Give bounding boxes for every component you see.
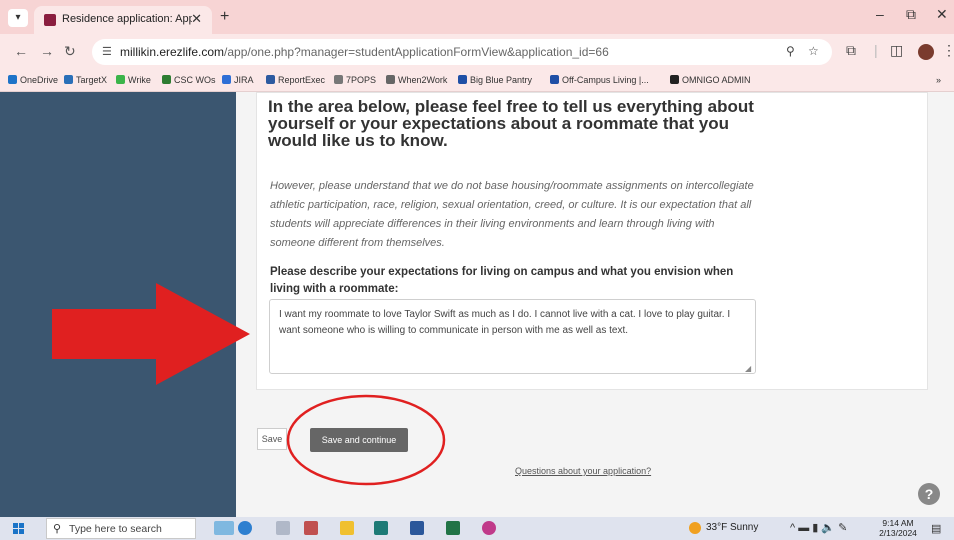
notification-icon[interactable]: ▤ xyxy=(931,522,941,535)
resize-grip-icon[interactable]: ◢ xyxy=(745,364,751,373)
site-settings-icon[interactable]: ☰ xyxy=(102,45,112,58)
zoom-icon[interactable]: ⚲ xyxy=(786,44,795,58)
jira-icon xyxy=(222,75,231,84)
app-icon-1[interactable] xyxy=(304,521,318,535)
taskbar-search-placeholder: Type here to search xyxy=(69,523,162,535)
bookmark-reportexec[interactable]: ReportExec xyxy=(266,75,325,85)
tab-search-dropdown-icon[interactable]: ▾ xyxy=(8,9,28,27)
side-panel-icon[interactable]: ◫ xyxy=(890,42,903,59)
bookmarks-overflow-icon[interactable]: » xyxy=(936,75,941,85)
roommate-expectations-textarea[interactable]: I want my roommate to love Taylor Swift … xyxy=(269,299,756,374)
bookmark-csc-wos[interactable]: CSC WOs xyxy=(162,75,216,85)
search-icon: ⚲ xyxy=(53,523,62,535)
check-icon xyxy=(116,75,125,84)
word-icon[interactable] xyxy=(410,521,424,535)
bookmark-onedrive[interactable]: OneDrive xyxy=(8,75,58,85)
taskbar-search-box[interactable]: ⚲ Type here to search xyxy=(46,518,196,539)
help-question-icon[interactable]: ? xyxy=(918,483,940,505)
house-icon xyxy=(550,75,559,84)
system-tray-icons[interactable]: ^ ▬ ▮ 🔈 ✎ xyxy=(790,521,847,534)
bookmark-wrike[interactable]: Wrike xyxy=(116,75,151,85)
windows-taskbar: ⚲ Type here to search 33°F Sunny ^ ▬ ▮ 🔈… xyxy=(0,517,954,540)
browser-address-bar: ← → ↻ ☰ millikin.erezlife.com/app/one.ph… xyxy=(0,34,954,70)
questions-about-application-link[interactable]: Questions about your application? xyxy=(515,466,651,476)
url-field[interactable]: ☰ millikin.erezlife.com/app/one.php?mana… xyxy=(92,39,832,65)
minimize-window-icon[interactable]: – xyxy=(876,6,884,22)
restore-window-icon[interactable]: ⧉ xyxy=(906,6,916,23)
file-explorer-icon[interactable] xyxy=(340,521,354,535)
task-view-icon[interactable] xyxy=(276,521,290,535)
bookmark-7pops[interactable]: 7POPS xyxy=(334,75,376,85)
roommate-expectations-label: Please describe your expectations for li… xyxy=(270,266,734,295)
browser-tab-bar: ▾ Residence application: Applicat ✕ + – … xyxy=(0,0,954,34)
red-arrow-annotation xyxy=(52,283,250,385)
bookmark-omnigo-admin[interactable]: OMNIGO ADMIN xyxy=(670,75,751,85)
browser-tab-active[interactable]: Residence application: Applicat ✕ xyxy=(34,6,212,34)
star-burst-icon xyxy=(334,75,343,84)
chrome-icon[interactable] xyxy=(482,521,496,535)
section-heading: In the area below, please feel free to t… xyxy=(268,97,754,150)
taskbar-clock[interactable]: 9:14 AM 2/13/2024 xyxy=(874,518,922,538)
disclaimer-text: However, please understand that we do no… xyxy=(270,180,754,249)
browser-menu-icon[interactable]: ⋮ xyxy=(942,42,954,59)
url-text: millikin.erezlife.com/app/one.php?manage… xyxy=(120,45,609,59)
excel-icon[interactable] xyxy=(446,521,460,535)
bookmark-off-campus-living[interactable]: Off-Campus Living |... xyxy=(550,75,649,85)
red-circle-annotation xyxy=(286,394,446,486)
bookmark-targetx[interactable]: TargetX xyxy=(64,75,107,85)
weather-text[interactable]: 33°F Sunny xyxy=(706,522,758,533)
bookmark-star-icon[interactable]: ☆ xyxy=(808,44,819,58)
report-icon xyxy=(266,75,275,84)
close-window-icon[interactable]: ✕ xyxy=(936,6,948,23)
clock-date: 2/13/2024 xyxy=(879,528,917,538)
windows-start-icon[interactable] xyxy=(13,523,25,535)
new-tab-button[interactable]: + xyxy=(220,8,229,26)
save-button[interactable]: Save xyxy=(257,428,287,450)
widgets-icon[interactable] xyxy=(214,521,234,535)
toolbar-divider: | xyxy=(874,42,878,58)
bookmark-big-blue-pantry[interactable]: Big Blue Pantry xyxy=(458,75,532,85)
bookmark-when2work[interactable]: When2Work xyxy=(386,75,447,85)
back-arrow-icon[interactable]: ← xyxy=(14,43,28,59)
weather-sun-icon xyxy=(689,522,701,534)
bookmark-jira[interactable]: JIRA xyxy=(222,75,254,85)
tab-favicon-icon xyxy=(44,14,56,26)
cloud-icon xyxy=(8,75,17,84)
pantry-icon xyxy=(458,75,467,84)
profile-app-icon[interactable] xyxy=(238,521,252,535)
omnigo-icon xyxy=(670,75,679,84)
w-logo-icon xyxy=(386,75,395,84)
bookmarks-bar: OneDrive TargetX Wrike CSC WOs JIRA Repo… xyxy=(0,70,954,92)
reload-icon[interactable]: ↻ xyxy=(64,43,76,60)
tab-title: Residence application: Applicat xyxy=(62,13,192,25)
app-icon-2[interactable] xyxy=(374,521,388,535)
profile-avatar-icon[interactable] xyxy=(918,44,934,60)
clock-time: 9:14 AM xyxy=(882,518,914,528)
leaf-icon xyxy=(162,75,171,84)
tab-close-icon[interactable]: ✕ xyxy=(191,11,202,27)
extensions-icon[interactable]: ⧉ xyxy=(846,42,856,59)
forward-arrow-icon[interactable]: → xyxy=(40,43,54,59)
targetx-icon xyxy=(64,75,73,84)
